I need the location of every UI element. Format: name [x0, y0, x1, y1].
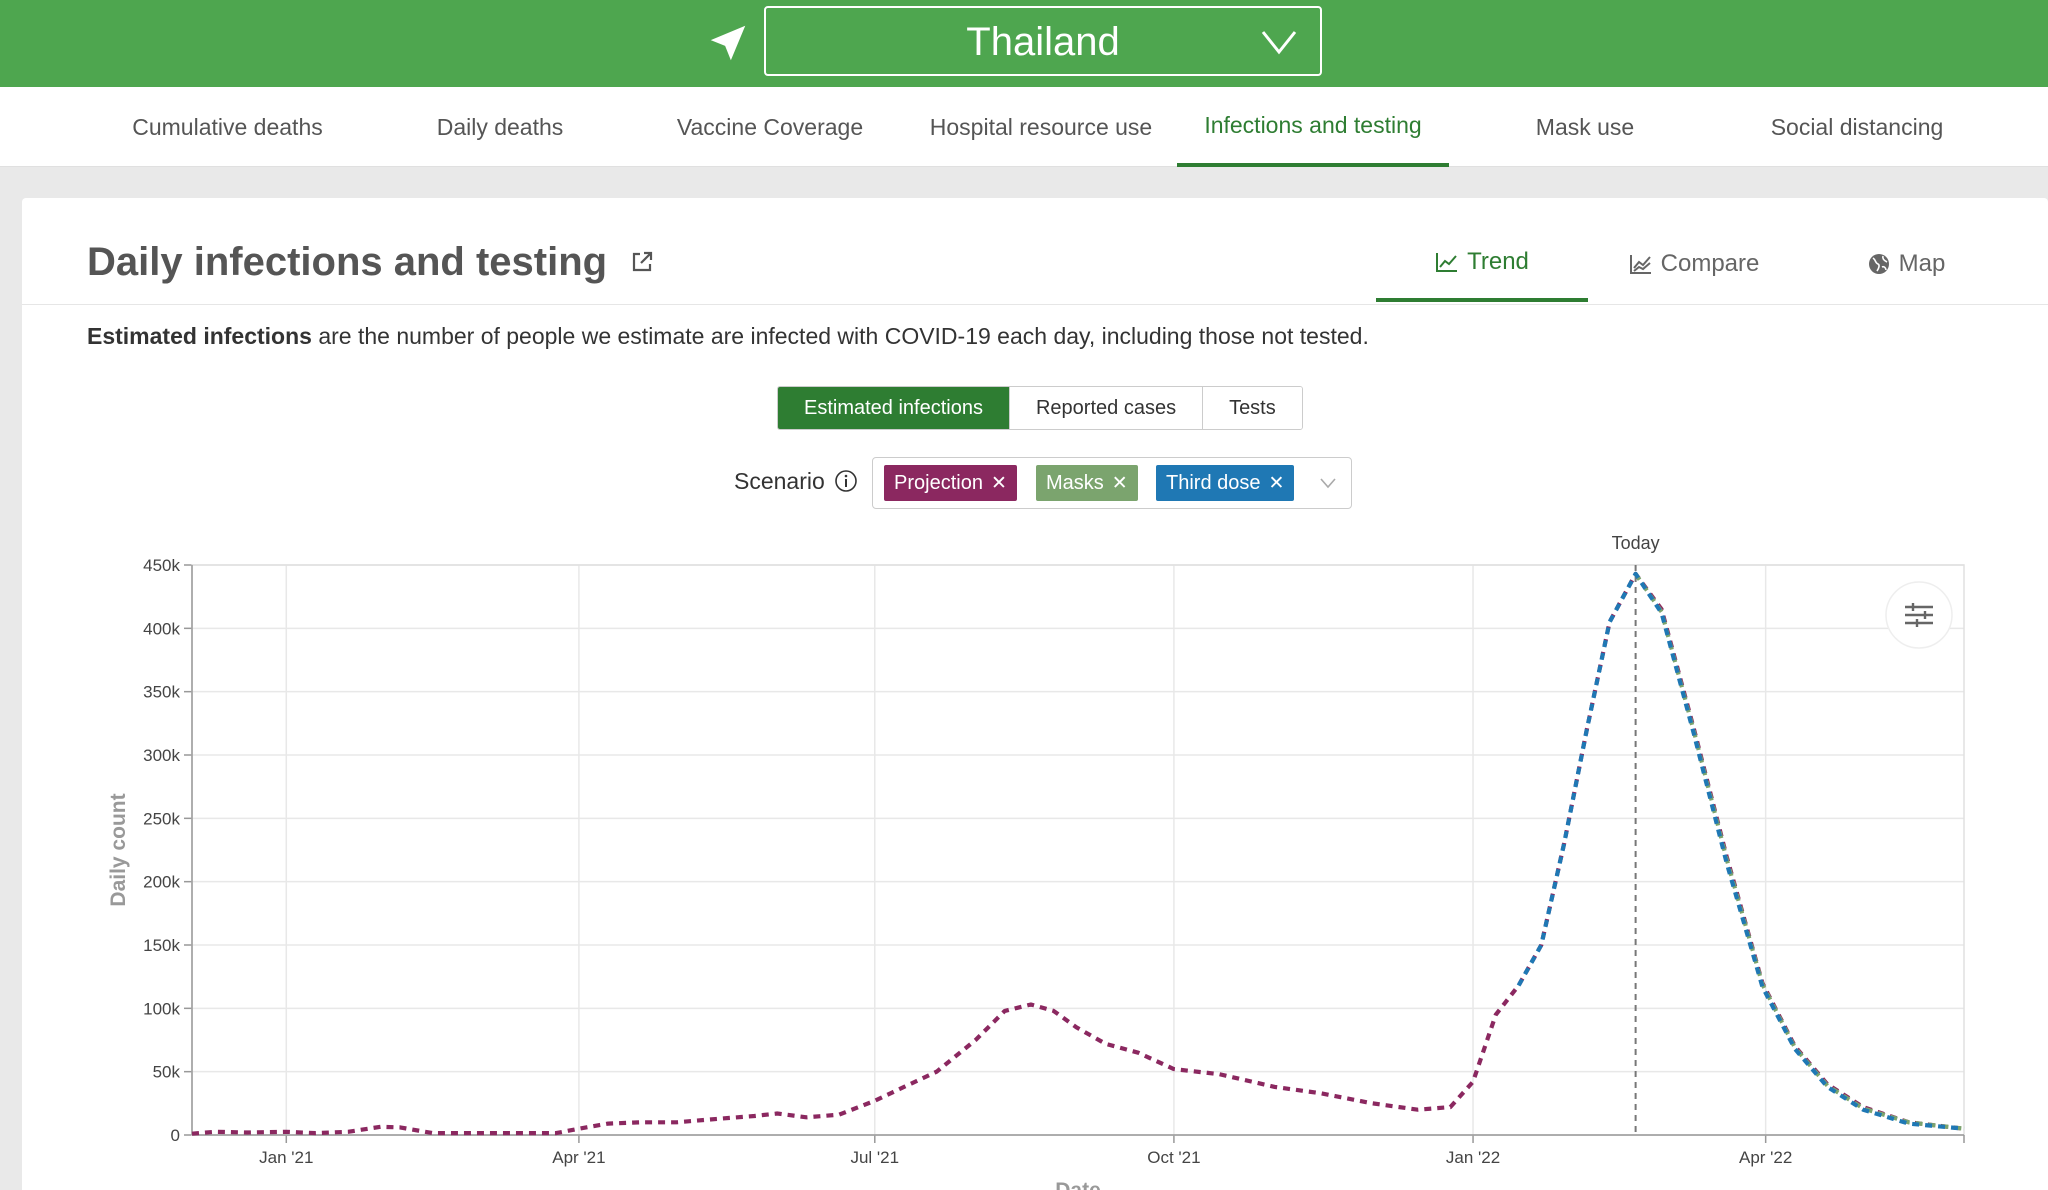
tab-hospital-resource-use[interactable]: Hospital resource use — [905, 87, 1177, 167]
tab-infections-and-testing[interactable]: Infections and testing — [1177, 87, 1449, 167]
sliders-icon — [1905, 603, 1933, 627]
x-tick-label: Jan '21 — [259, 1148, 313, 1167]
y-tick-label: 150k — [143, 936, 180, 955]
location-arrow-icon[interactable] — [705, 20, 751, 66]
series-line-projection — [191, 571, 1965, 1136]
y-tick-label: 300k — [143, 746, 180, 765]
tab-social-distancing[interactable]: Social distancing — [1721, 87, 1993, 167]
chart-grid — [192, 564, 1964, 1136]
x-tick-label: Jan '22 — [1446, 1148, 1500, 1167]
tab-daily-deaths[interactable]: Daily deaths — [365, 87, 635, 167]
chart-labels: 0 50k 100k 150k 200k 250k 300k 350k 400k 450k Jan … — [107, 533, 1792, 1190]
y-tick-label: 250k — [143, 809, 180, 828]
y-tick-label: 450k — [143, 556, 180, 575]
chevron-down-icon — [1261, 31, 1297, 55]
x-tick-label: Jul '21 — [850, 1148, 899, 1167]
tab-mask-use[interactable]: Mask use — [1449, 87, 1721, 167]
y-tick-label: 0 — [171, 1126, 180, 1145]
x-tick-label: Apr '22 — [1739, 1148, 1792, 1167]
y-axis-title: Daily count — [107, 793, 130, 906]
y-tick-label: 400k — [143, 619, 180, 638]
chart-settings-button[interactable] — [1884, 580, 1954, 650]
infections-card: Daily infections and testing Trend Compa… — [22, 198, 2048, 1190]
y-tick-label: 50k — [153, 1063, 181, 1082]
tab-vaccine-coverage[interactable]: Vaccine Coverage — [635, 87, 905, 167]
y-tick-label: 350k — [143, 683, 180, 702]
x-tick-label: Oct '21 — [1147, 1148, 1200, 1167]
tab-cumulative-deaths[interactable]: Cumulative deaths — [90, 87, 365, 167]
series-line-masks — [1633, 572, 1965, 1131]
location-select[interactable]: Thailand — [764, 6, 1322, 76]
y-tick-label: 100k — [143, 999, 180, 1018]
series-line-third-dose — [1516, 571, 1965, 1131]
infections-chart: 0 50k 100k 150k 200k 250k 300k 350k 400k 450k Jan … — [107, 533, 1965, 1190]
x-tick-label: Apr '21 — [552, 1148, 605, 1167]
top-bar: Thailand — [0, 0, 2048, 87]
y-tick-label: 200k — [143, 873, 180, 892]
chart-axes — [184, 564, 1965, 1143]
section-nav: Cumulative deaths Daily deaths Vaccine C… — [0, 87, 2048, 167]
today-label: Today — [1612, 533, 1660, 553]
location-value: Thailand — [966, 20, 1120, 64]
x-axis-title: Date — [1055, 1179, 1101, 1190]
chart-lines — [191, 571, 1965, 1136]
plot-border — [191, 564, 1965, 1136]
